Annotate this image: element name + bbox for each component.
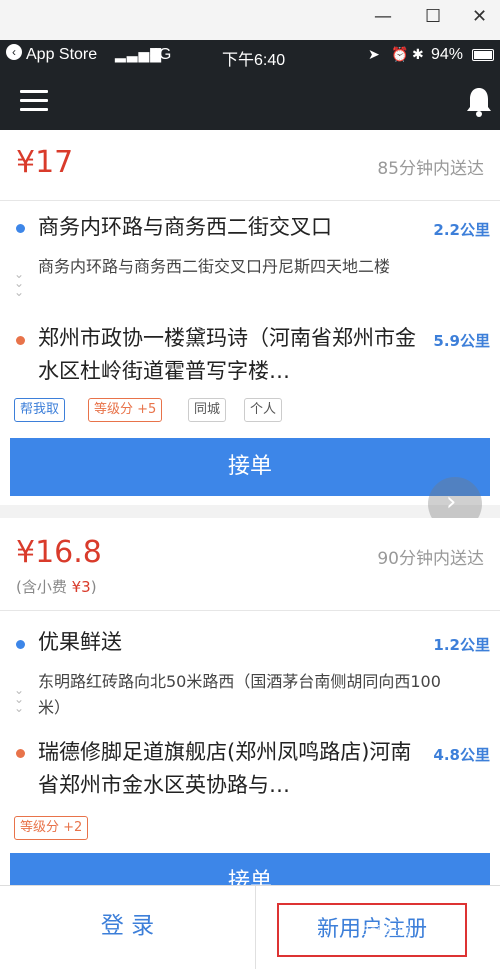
tag-personal: 个人 [244,398,283,422]
status-bar: ‹ App Store ▂▃▅▇ 4G 下午6:40 ➤ ⏰ ✱ 94% [0,40,500,72]
pickup-title: 商务内环路与商务西二街交叉口 [38,215,332,239]
chevron-right-icon: › [446,487,457,517]
dropoff-dot-icon [16,336,25,345]
tip-amount: ¥3 [71,578,91,596]
pickup-title: 优果鲜送 [38,630,122,654]
watermark: Bai 经验 [360,922,413,938]
pickup-dot-icon [16,224,25,233]
divider [255,886,256,969]
back-arrow-icon[interactable]: ‹ [6,44,22,60]
order-card: ¥17 85分钟内送达 商务内环路与商务西二街交叉口 2.2公里 ⌄ ⌄ ⌄ 商务内… [0,130,500,505]
tip-prefix: (含小费 [16,578,72,596]
tag-same-city: 同城 [188,398,227,422]
alarm-icon: ⏰ [391,46,409,62]
time-label: 下午6:40 [222,52,286,69]
order-eta: 85分钟内送达 [377,159,484,179]
dropoff-title: 郑州市政协一楼黛玛诗（河南省郑州市金水区杜岭街道霍普写字楼… [38,326,416,383]
battery-icon [472,49,494,61]
order-price: ¥17 [16,145,74,180]
pickup-dot-icon [16,640,25,649]
tip-info: (含小费 ¥3) [16,576,97,597]
dropoff-dot-icon [16,749,25,758]
network-label: 4G [150,46,172,63]
tag-help-fetch: 帮我取 [14,398,66,422]
pickup-distance: 1.2公里 [433,636,490,654]
accept-order-button[interactable]: 接单 [10,438,490,496]
tag-level-score: 等级分 +2 [14,816,89,840]
divider [0,610,500,611]
dropoff-distance: 5.9公里 [433,332,490,350]
order-card: ¥16.8 (含小费 ¥3) 90分钟内送达 优果鲜送 1.2公里 ⌄ ⌄ ⌄ 东明… [0,518,500,911]
dropoff-title: 瑞德修脚足道旗舰店(郑州凤鸣路店)河南省郑州市金水区英协路与… [38,740,412,797]
pickup-distance: 2.2公里 [433,221,490,239]
maximize-button[interactable]: ☐ [425,6,441,27]
notification-bell-icon[interactable] [465,86,493,118]
divider [0,200,500,201]
app-header [0,72,500,130]
back-app-label[interactable]: App Store [26,46,97,64]
battery-label: 94% [431,46,464,63]
chevrons-down-icon: ⌄ ⌄ ⌄ [14,267,25,299]
location-icon: ➤ [368,46,380,62]
dropoff-distance: 4.8公里 [433,746,490,764]
tip-suffix: ) [90,578,97,596]
login-button[interactable]: 登 录 [0,886,255,969]
bottom-action-bar: 登 录 新用户注册 [0,885,500,969]
pickup-detail: 东明路红砖路向北50米路西（国酒茅台南侧胡同向西100米） [38,672,441,717]
close-button[interactable]: ✕ [472,6,487,27]
chevrons-down-icon: ⌄ ⌄ ⌄ [14,683,25,715]
pickup-detail: 商务内环路与商务西二街交叉口丹尼斯四天地二楼 [38,257,391,276]
menu-icon[interactable] [20,90,48,112]
bluetooth-icon: ✱ [412,46,424,62]
order-price: ¥16.8 [16,535,102,570]
minimize-button[interactable]: — [374,6,392,27]
tag-level-score: 等级分 +5 [88,398,163,422]
window-titlebar: — ☐ ✕ [0,0,500,40]
order-eta: 90分钟内送达 [377,549,484,569]
